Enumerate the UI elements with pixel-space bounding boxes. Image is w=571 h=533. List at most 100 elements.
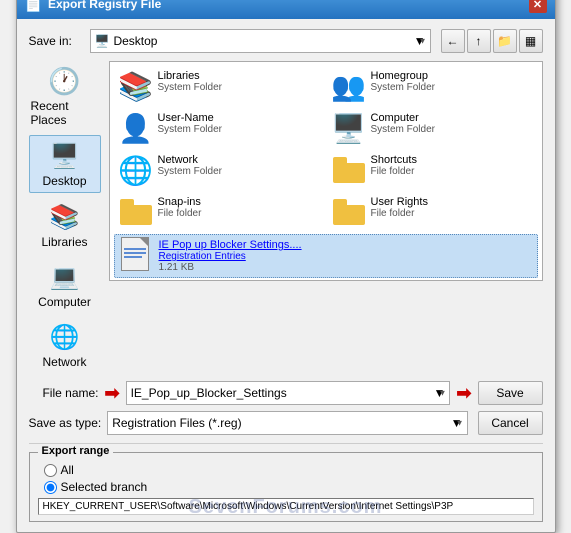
folder-icon: 🖥️ <box>95 34 110 48</box>
file-name: User Rights <box>371 196 532 208</box>
file-item-snapins[interactable]: Snap-ins File folder <box>114 192 325 232</box>
file-item-username[interactable]: 👤 User-Name System Folder <box>114 108 325 148</box>
userrights-file-icon <box>333 196 365 228</box>
main-area: 🕐 Recent Places 🖥️ Desktop 📚 Libraries <box>29 61 543 373</box>
file-type: System Folder <box>158 166 319 177</box>
close-button[interactable]: ✕ <box>529 0 547 13</box>
regfile-icon <box>121 239 153 271</box>
sidebar-item-libraries[interactable]: 📚 Libraries <box>29 197 101 253</box>
reg-path: HKEY_CURRENT_USER\Software\Microsoft\Win… <box>38 498 534 515</box>
file-item-userrights[interactable]: User Rights File folder <box>327 192 538 232</box>
file-item-libraries[interactable]: 📚 Libraries System Folder <box>114 66 325 106</box>
radio-selected[interactable] <box>44 481 57 494</box>
sidebar-item-network[interactable]: 🌐 Network <box>29 317 101 373</box>
file-name: Network <box>158 154 319 166</box>
filename-value: IE_Pop_up_Blocker_Settings <box>131 386 287 400</box>
sidebar-item-desktop[interactable]: 🖥️ Desktop <box>29 135 101 193</box>
saveas-value: Registration Files (*.reg) <box>112 416 450 430</box>
sidebar-item-label: Network <box>42 355 86 369</box>
file-type: System Folder <box>371 124 532 135</box>
libraries-file-icon: 📚 <box>120 70 152 102</box>
save-in-row: Save in: 🖥️ Desktop ▼ ← ↑ 📁 ▦ <box>29 29 543 53</box>
radio-selected-label: Selected branch <box>61 480 148 494</box>
network-file-icon: 🌐 <box>120 154 152 186</box>
file-type: System Folder <box>371 82 532 93</box>
arrow-right2-icon: ➡ <box>456 383 471 404</box>
title-bar-left: 📄 Export Registry File <box>25 0 162 13</box>
computer-icon: 💻 <box>49 261 81 293</box>
file-name: Homegroup <box>371 70 532 82</box>
file-type: File folder <box>158 208 319 219</box>
dialog-title: Export Registry File <box>48 0 161 11</box>
filename-input[interactable]: IE_Pop_up_Blocker_Settings ▼ <box>126 381 451 405</box>
filename-dropdown-arrow: ▼ <box>434 386 446 400</box>
filename-row: File name: ➡ IE_Pop_up_Blocker_Settings … <box>29 381 543 405</box>
file-type: Registration Entries <box>159 251 531 262</box>
sidebar-item-label: Libraries <box>41 235 87 249</box>
snapins-file-icon <box>120 196 152 228</box>
sidebar: 🕐 Recent Places 🖥️ Desktop 📚 Libraries <box>29 61 101 373</box>
file-item-shortcuts[interactable]: Shortcuts File folder <box>327 150 538 190</box>
title-bar: 📄 Export Registry File ✕ <box>17 0 555 19</box>
file-item-homegroup[interactable]: 👥 Homegroup System Folder <box>327 66 538 106</box>
export-range-box: Export range All Selected branch HKEY_CU… <box>29 452 543 522</box>
file-type: File folder <box>371 166 532 177</box>
libraries-icon: 📚 <box>49 201 81 233</box>
file-item-network[interactable]: 🌐 Network System Folder <box>114 150 325 190</box>
filename-input-wrapper: IE_Pop_up_Blocker_Settings ▼ <box>126 381 451 405</box>
filename-label: File name: <box>29 386 99 400</box>
homegroup-file-icon: 👥 <box>333 70 365 102</box>
file-item-iepop[interactable]: IE Pop up Blocker Settings.... Registrat… <box>114 234 538 278</box>
recent-places-icon: 🕐 <box>49 65 81 97</box>
saveas-dropdown[interactable]: Registration Files (*.reg) ▼ <box>107 411 467 435</box>
file-pane: 📚 Libraries System Folder 👥 Homegroup Sy… <box>109 61 543 281</box>
dialog-icon: 📄 <box>25 0 42 13</box>
saveas-label: Save as type: <box>29 416 102 430</box>
file-size: 1.21 KB <box>159 262 531 273</box>
radio-all-row: All <box>38 463 534 477</box>
save-button[interactable]: Save <box>478 381 543 405</box>
cancel-button[interactable]: Cancel <box>478 411 543 435</box>
saveas-row: Save as type: Registration Files (*.reg)… <box>29 411 543 435</box>
toolbar-buttons: ← ↑ 📁 ▦ <box>441 29 543 53</box>
desktop-icon: 🖥️ <box>49 140 81 172</box>
sidebar-item-label: Desktop <box>42 174 86 188</box>
export-registry-dialog: 📄 Export Registry File ✕ Save in: 🖥️ Des… <box>16 0 556 533</box>
radio-all-label: All <box>61 463 74 477</box>
dropdown-arrow-icon: ▼ <box>414 34 426 48</box>
shortcuts-file-icon <box>333 154 365 186</box>
saveas-dropdown-wrapper[interactable]: Registration Files (*.reg) ▼ <box>107 411 467 435</box>
computer-file-icon: 🖥️ <box>333 112 365 144</box>
save-in-label: Save in: <box>29 34 84 48</box>
file-name: Computer <box>371 112 532 124</box>
file-name: Shortcuts <box>371 154 532 166</box>
user-file-icon: 👤 <box>120 112 152 144</box>
button-row: Save <box>478 381 543 405</box>
file-type: File folder <box>371 208 532 219</box>
file-type: System Folder <box>158 124 319 135</box>
dialog-body: Save in: 🖥️ Desktop ▼ ← ↑ 📁 ▦ <box>17 19 555 532</box>
save-in-dropdown-wrapper[interactable]: 🖥️ Desktop ▼ <box>90 29 431 53</box>
back-button[interactable]: ← <box>441 29 465 53</box>
sidebar-item-computer[interactable]: 💻 Computer <box>29 257 101 313</box>
new-folder-button[interactable]: 📁 <box>493 29 517 53</box>
file-name: Libraries <box>158 70 319 82</box>
network-icon: 🌐 <box>49 321 81 353</box>
sidebar-item-label: Recent Places <box>31 99 99 127</box>
file-name: IE Pop up Blocker Settings.... <box>159 239 531 251</box>
save-in-dropdown[interactable]: 🖥️ Desktop ▼ <box>90 29 431 53</box>
sidebar-item-recent-places[interactable]: 🕐 Recent Places <box>29 61 101 131</box>
file-name: Snap-ins <box>158 196 319 208</box>
saveas-dropdown-arrow: ▼ <box>451 416 463 430</box>
file-item-computer[interactable]: 🖥️ Computer System Folder <box>327 108 538 148</box>
save-in-value: Desktop <box>113 34 413 48</box>
up-button[interactable]: ↑ <box>467 29 491 53</box>
export-range-section: Export range All Selected branch HKEY_CU… <box>29 443 543 522</box>
view-button[interactable]: ▦ <box>519 29 543 53</box>
file-name: User-Name <box>158 112 319 124</box>
radio-selected-row: Selected branch <box>38 480 534 494</box>
export-range-title: Export range <box>38 445 114 457</box>
sidebar-item-label: Computer <box>38 295 91 309</box>
file-type: System Folder <box>158 82 319 93</box>
radio-all[interactable] <box>44 464 57 477</box>
